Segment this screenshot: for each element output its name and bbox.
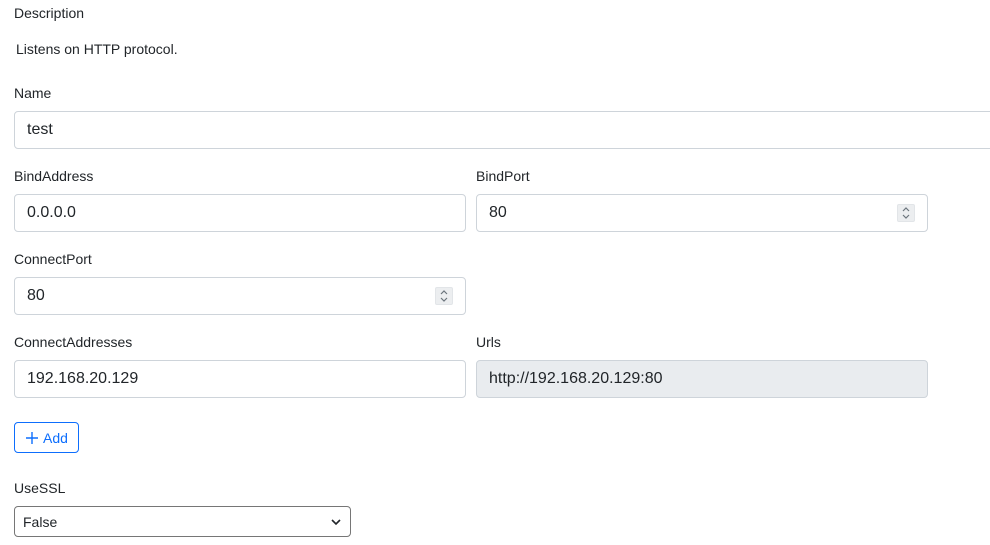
connect-port-value: 80 bbox=[27, 287, 45, 304]
plus-icon bbox=[26, 431, 39, 444]
name-value: test bbox=[27, 121, 53, 138]
spinner-arrows-icon bbox=[440, 290, 448, 302]
connect-addresses-label: ConnectAddresses bbox=[14, 334, 133, 350]
bind-port-label: BindPort bbox=[476, 168, 530, 184]
bind-address-input[interactable]: 0.0.0.0 bbox=[14, 194, 466, 232]
add-button[interactable]: Add bbox=[14, 422, 79, 453]
spinner-arrows-icon bbox=[902, 207, 910, 219]
chevron-down-icon bbox=[331, 519, 341, 526]
connect-port-input[interactable]: 80 bbox=[14, 277, 466, 315]
bind-address-label: BindAddress bbox=[14, 168, 94, 184]
urls-value: http://192.168.20.129:80 bbox=[489, 370, 663, 387]
urls-label: Urls bbox=[476, 334, 501, 350]
add-button-label: Add bbox=[43, 429, 68, 446]
connect-addresses-input[interactable]: 192.168.20.129 bbox=[14, 360, 466, 398]
description-label: Description bbox=[14, 5, 85, 21]
bind-port-value: 80 bbox=[489, 204, 507, 221]
bind-address-value: 0.0.0.0 bbox=[27, 204, 76, 221]
use-ssl-value: False bbox=[23, 513, 58, 530]
connect-port-spinner[interactable] bbox=[435, 287, 453, 305]
bind-port-input[interactable]: 80 bbox=[476, 194, 928, 232]
bind-port-spinner[interactable] bbox=[897, 204, 915, 222]
name-label: Name bbox=[14, 85, 52, 101]
description-text: Listens on HTTP protocol. bbox=[16, 41, 178, 57]
use-ssl-label: UseSSL bbox=[14, 480, 66, 496]
use-ssl-select[interactable]: False bbox=[14, 506, 351, 537]
connect-port-label: ConnectPort bbox=[14, 251, 92, 267]
urls-field: http://192.168.20.129:80 bbox=[476, 360, 928, 398]
name-input[interactable]: test bbox=[14, 111, 990, 149]
connect-addresses-value: 192.168.20.129 bbox=[27, 370, 139, 387]
